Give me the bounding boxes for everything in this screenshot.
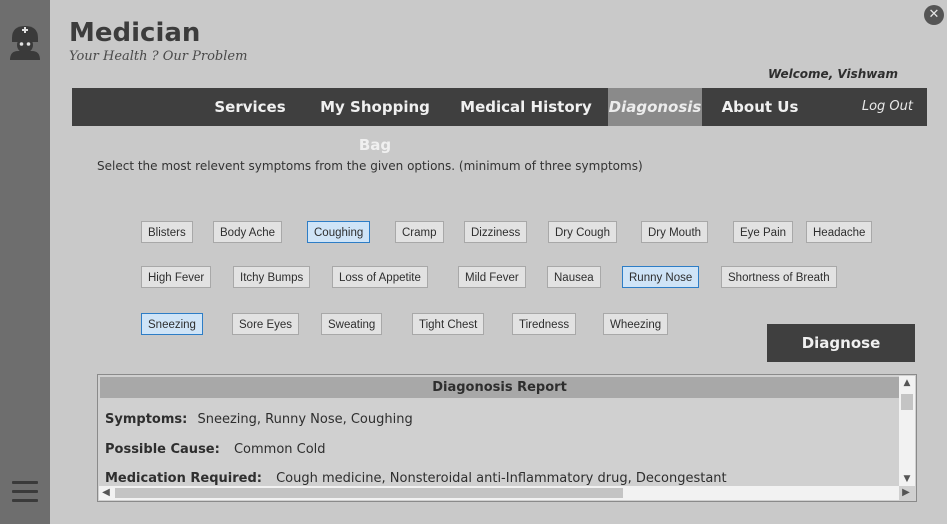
report-cause-value: Common Cold: [233, 442, 326, 457]
scroll-up-icon[interactable]: ▲: [899, 376, 915, 390]
symptom-chip-dry-mouth[interactable]: Dry Mouth: [641, 221, 709, 243]
report-title: Diagonosis Report: [100, 377, 899, 398]
symptom-chip-headache[interactable]: Headache: [806, 221, 873, 243]
symptom-chip-sweating[interactable]: Sweating: [321, 313, 383, 335]
symptom-chip-blisters[interactable]: Blisters: [141, 221, 193, 243]
symptom-chip-high-fever[interactable]: High Fever: [141, 266, 212, 288]
instructions-text: Select the most relevent symptoms from t…: [97, 159, 643, 173]
symptom-chip-dry-cough[interactable]: Dry Cough: [548, 221, 617, 243]
symptom-chip-nausea[interactable]: Nausea: [547, 266, 601, 288]
report-vertical-scrollbar[interactable]: ▲ ▼: [899, 376, 915, 486]
app-tagline: Your Health ? Our Problem: [69, 49, 248, 64]
hamburger-menu-icon[interactable]: [12, 481, 38, 503]
report-symptoms-label: Symptoms:: [105, 412, 188, 427]
report-medication-value: Cough medicine, Nonsteroidal anti-Inflam…: [276, 471, 727, 486]
diagnose-button[interactable]: Diagnose: [767, 324, 915, 362]
welcome-text: Welcome, Vishwam: [767, 67, 898, 81]
symptom-chip-sore-eyes[interactable]: Sore Eyes: [232, 313, 300, 335]
nav-medical-history[interactable]: Medical History: [458, 88, 594, 126]
scroll-left-icon[interactable]: ◀: [99, 486, 113, 500]
app-title: Medician: [69, 18, 201, 48]
symptom-chip-coughing[interactable]: Coughing: [307, 221, 371, 243]
scroll-right-icon[interactable]: ▶: [899, 486, 913, 500]
close-icon[interactable]: ✕: [924, 5, 944, 25]
symptom-chip-tight-chest[interactable]: Tight Chest: [412, 313, 485, 335]
vertical-scroll-thumb[interactable]: [901, 394, 913, 410]
logout-link[interactable]: Log Out: [862, 88, 913, 126]
symptom-chip-tiredness[interactable]: Tiredness: [512, 313, 577, 335]
symptom-chip-shortness-of-breath[interactable]: Shortness of Breath: [721, 266, 837, 288]
symptom-chip-loss-of-appetite[interactable]: Loss of Appetite: [332, 266, 428, 288]
nav-services[interactable]: Services: [209, 88, 291, 126]
symptom-chip-sneezing[interactable]: Sneezing: [141, 313, 203, 335]
nav-diagnosis[interactable]: Diagonosis: [608, 88, 702, 126]
symptom-chip-eye-pain[interactable]: Eye Pain: [733, 221, 794, 243]
report-cause-label: Possible Cause:: [105, 442, 220, 457]
report-medication-row: Medication Required: Cough medicine, Non…: [105, 471, 727, 486]
report-cause-row: Possible Cause: Common Cold: [105, 442, 326, 457]
symptom-chip-body-ache[interactable]: Body Ache: [213, 221, 282, 243]
symptom-chip-cramp[interactable]: Cramp: [395, 221, 444, 243]
report-symptoms-row: Symptoms: Sneezing, Runny Nose, Coughing: [105, 412, 413, 427]
diagnosis-report-panel[interactable]: Diagonosis Report Symptoms: Sneezing, Ru…: [97, 374, 917, 502]
symptom-chip-runny-nose[interactable]: Runny Nose: [622, 266, 700, 288]
report-horizontal-scrollbar[interactable]: ◀ ▶: [99, 486, 910, 500]
report-medication-label: Medication Required:: [105, 471, 262, 486]
symptom-chip-wheezing[interactable]: Wheezing: [603, 313, 669, 335]
nav-about-us[interactable]: About Us: [714, 88, 806, 126]
report-symptoms-value: Sneezing, Runny Nose, Coughing: [197, 412, 413, 427]
symptom-chip-dizziness[interactable]: Dizziness: [464, 221, 528, 243]
doctor-icon: [10, 26, 40, 60]
scroll-down-icon[interactable]: ▼: [899, 472, 915, 486]
horizontal-scroll-thumb[interactable]: [115, 488, 623, 498]
symptom-chip-itchy-bumps[interactable]: Itchy Bumps: [233, 266, 311, 288]
symptom-chip-mild-fever[interactable]: Mild Fever: [458, 266, 526, 288]
main-navbar: Services My Shopping Bag Medical History…: [72, 88, 927, 154]
left-sidebar: [0, 0, 50, 524]
nav-shopping-bag[interactable]: My Shopping Bag: [302, 88, 448, 154]
